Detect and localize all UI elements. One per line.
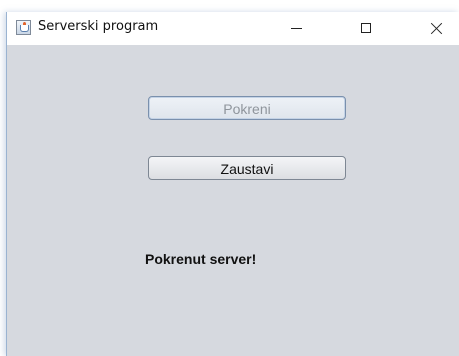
java-cup-icon[interactable] [16,20,31,35]
status-label: Pokrenut server! [145,251,257,267]
window-title: Serverski program [38,19,159,34]
close-button[interactable] [413,12,459,45]
stop-button[interactable]: Zaustavi [148,156,346,180]
minimize-icon [291,28,302,29]
content-panel: Pokreni Zaustavi Pokrenut server! [7,45,459,356]
close-icon [430,22,443,35]
maximize-button[interactable] [344,12,390,45]
title-bar[interactable]: Serverski program [7,12,459,45]
app-window: Serverski program Pokreni Zaustavi Pokre… [6,12,459,356]
maximize-icon [361,23,371,33]
minimize-button[interactable] [274,12,320,45]
start-button[interactable]: Pokreni [148,96,346,120]
